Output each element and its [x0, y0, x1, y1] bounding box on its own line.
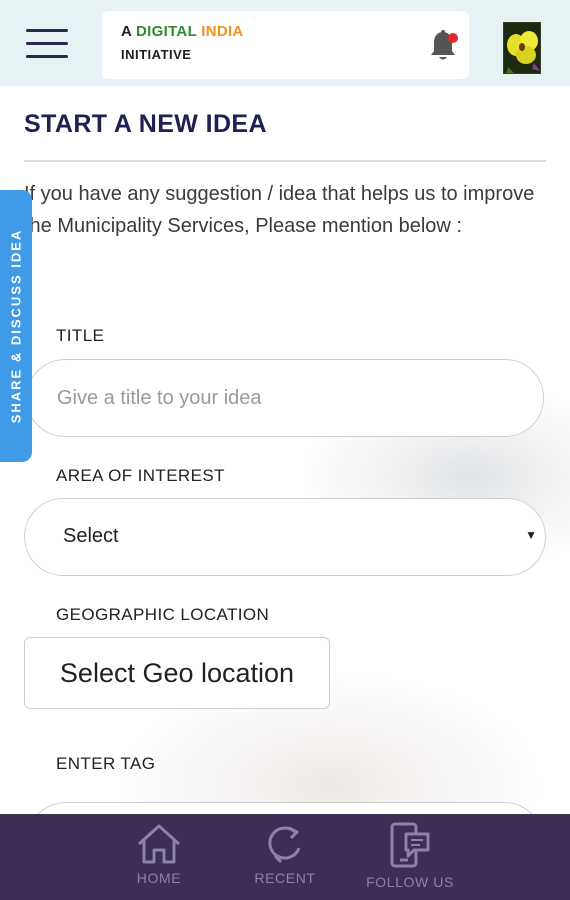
hamburger-icon[interactable]: [26, 29, 68, 61]
caret-down-icon: ▼: [525, 528, 537, 542]
nav-home-label: HOME: [136, 870, 182, 886]
brand-india: INDIA: [201, 23, 244, 40]
bottom-nav: HOME RECENT FOLLOW US: [0, 814, 570, 900]
notification-dot: [448, 33, 458, 43]
brand-digital: DIGITAL: [136, 23, 197, 40]
geo-location-label: GEOGRAPHIC LOCATION: [56, 605, 270, 624]
select-geo-location-button[interactable]: Select Geo location: [24, 637, 330, 709]
nav-recent[interactable]: RECENT: [248, 814, 322, 900]
nav-follow-us-label: FOLLOW US: [366, 874, 454, 890]
intro-text: If you have any suggestion / idea that h…: [24, 183, 535, 237]
page-title: START A NEW IDEA: [24, 110, 267, 138]
brand-banner: A DIGITAL INDIA INITIATIVE: [102, 11, 469, 79]
title-label: TITLE: [56, 326, 105, 345]
brand-prefix: A: [121, 23, 132, 40]
app-header: A DIGITAL INDIA INITIATIVE: [0, 0, 570, 86]
area-of-interest-value: Select: [63, 525, 119, 547]
side-tab-label: SHARE & DISCUSS IDEA: [8, 228, 24, 424]
share-discuss-idea-tab[interactable]: SHARE & DISCUSS IDEA: [0, 190, 32, 462]
divider: [24, 160, 546, 162]
area-of-interest-label: AREA OF INTEREST: [56, 466, 225, 485]
brand-line1: A DIGITAL INDIA: [121, 23, 244, 40]
home-icon: [137, 824, 181, 864]
nav-follow-us[interactable]: FOLLOW US: [362, 814, 458, 900]
nav-home[interactable]: HOME: [124, 814, 194, 900]
area-of-interest-select[interactable]: Select ▼: [24, 498, 546, 576]
brand-line2: INITIATIVE: [121, 47, 192, 62]
avatar[interactable]: [503, 22, 541, 74]
flower-image: [504, 23, 540, 73]
phone-chat-icon: [390, 822, 430, 868]
refresh-icon: [268, 826, 301, 864]
enter-tag-label: ENTER TAG: [56, 754, 156, 773]
title-input[interactable]: [26, 359, 544, 437]
nav-recent-label: RECENT: [254, 870, 316, 886]
